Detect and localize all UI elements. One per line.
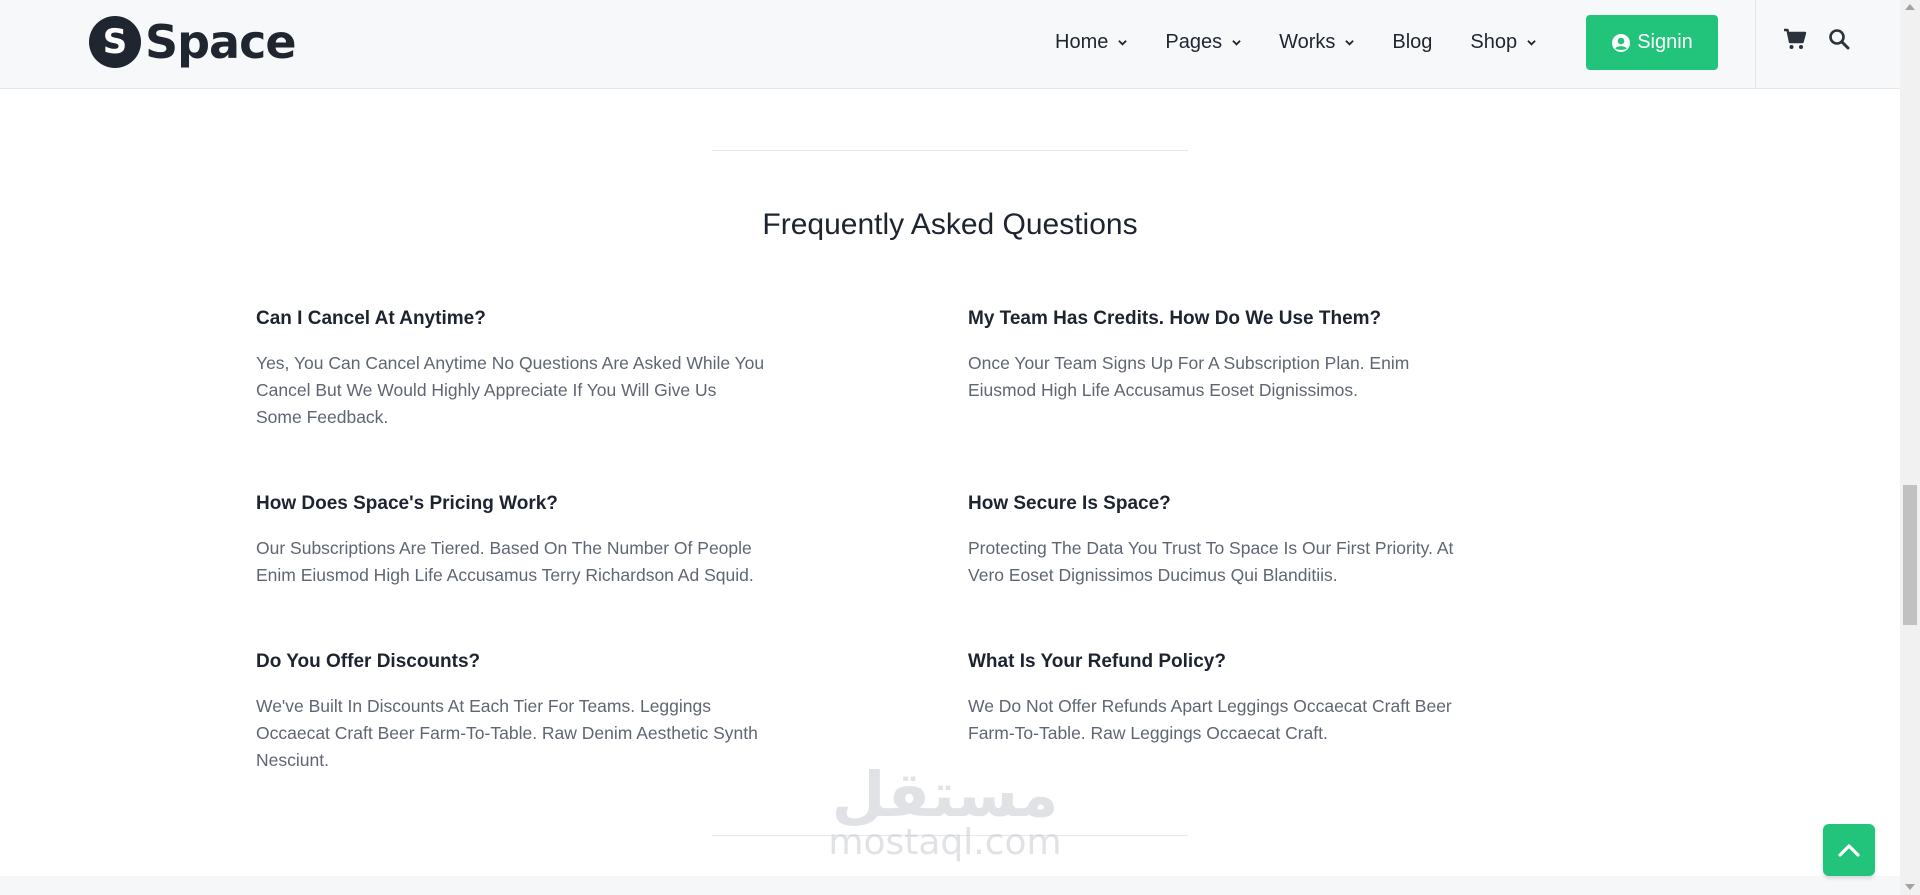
faq-answer-line: Occaecat Craft Beer Farm-To-Table. Raw D…: [256, 723, 758, 743]
nav-item-label: Shop: [1470, 30, 1518, 53]
faq-answer-line: Eiusmod High Life Accusamus Eoset Dignis…: [968, 380, 1359, 400]
faq-answer-line: Cancel But We Would Highly Appreciate If…: [256, 380, 717, 400]
back-to-top-button[interactable]: [1823, 824, 1875, 876]
faq-answer: Protecting The Data You Trust To Space I…: [968, 535, 1498, 589]
logo-text: Space: [145, 15, 297, 69]
user-circle-icon: [1612, 33, 1631, 52]
faq-answer-line: Yes, You Can Cancel Anytime No Questions…: [256, 353, 765, 373]
faq-answer: Once Your Team Signs Up For A Subscripti…: [968, 350, 1498, 404]
page: S Space Home Pages Works Blog Shop Signi…: [0, 0, 1900, 895]
footer-strip: [0, 876, 1900, 895]
scroll-down-arrow[interactable]: [1905, 884, 1915, 890]
faq-answer-line: Farm-To-Table. Raw Leggings Occaecat Cra…: [968, 723, 1328, 743]
scrollbar-thumb[interactable]: [1903, 485, 1917, 625]
watermark-arabic: مستقل: [831, 758, 1059, 831]
page-scrollbar[interactable]: [1900, 0, 1920, 895]
watermark-latin: mostaql.com: [828, 822, 1062, 863]
faq-answer-line: Protecting The Data You Trust To Space I…: [968, 538, 1454, 558]
faq-question: My Team Has Credits. How Do We Use Them?: [968, 308, 1382, 329]
faq-answer: Our Subscriptions Are Tiered. Based On T…: [256, 535, 786, 589]
nav-item-label: Blog: [1392, 30, 1433, 53]
nav-item-label: Works: [1279, 30, 1336, 53]
section-divider-top: [712, 150, 1188, 151]
nav-item-label: Home: [1055, 30, 1109, 53]
brand-logo[interactable]: S Space: [89, 15, 297, 69]
faq-answer: We've Built In Discounts At Each Tier Fo…: [256, 693, 786, 774]
chevron-up-icon: [1838, 844, 1860, 857]
faq-title: Frequently Asked Questions: [762, 208, 1138, 241]
search-button[interactable]: [1828, 28, 1850, 55]
chevron-down-icon: [1118, 39, 1128, 46]
cart-button[interactable]: [1783, 28, 1807, 55]
faq-answer-line: Vero Eoset Dignissimos Ducimus Qui Bland…: [968, 565, 1338, 585]
scroll-up-arrow[interactable]: [1905, 4, 1915, 10]
faq-answer-line: Enim Eiusmod High Life Accusamus Terry R…: [256, 565, 754, 585]
faq-question: Can I Cancel At Anytime?: [256, 308, 486, 329]
nav-item-works[interactable]: Works: [1279, 30, 1355, 54]
nav-item-label: Pages: [1165, 30, 1223, 53]
faq-answer-line: Nesciunt.: [256, 750, 329, 770]
chevron-down-icon: [1527, 39, 1536, 46]
site-header: S Space Home Pages Works Blog Shop Signi…: [0, 0, 1900, 89]
cart-icon: [1784, 28, 1807, 49]
nav-item-home[interactable]: Home: [1055, 30, 1128, 54]
nav-item-shop[interactable]: Shop: [1470, 31, 1536, 54]
chevron-down-icon: [1232, 39, 1241, 46]
faq-answer-line: Our Subscriptions Are Tiered. Based On T…: [256, 538, 752, 558]
faq-answer-line: We Do Not Offer Refunds Apart Leggings O…: [968, 696, 1452, 716]
faq-question: Do You Offer Discounts?: [256, 651, 481, 672]
faq-answer: Yes, You Can Cancel Anytime No Questions…: [256, 350, 786, 431]
header-divider: [1755, 0, 1756, 88]
main-nav: Home Pages Works Blog Shop: [1055, 0, 1574, 84]
chevron-down-icon: [1345, 39, 1355, 46]
faq-question: How Secure Is Space?: [968, 493, 1171, 514]
signin-button[interactable]: Signin: [1586, 15, 1718, 70]
faq-question: How Does Space's Pricing Work?: [256, 493, 558, 514]
faq-answer-line: We've Built In Discounts At Each Tier Fo…: [256, 696, 711, 716]
search-icon: [1829, 29, 1850, 50]
watermark: مستقل mostaql.com: [820, 758, 1070, 863]
nav-item-blog[interactable]: Blog: [1392, 31, 1432, 54]
faq-answer-line: Once Your Team Signs Up For A Subscripti…: [968, 353, 1410, 373]
faq-answer: We Do Not Offer Refunds Apart Leggings O…: [968, 693, 1498, 747]
nav-item-pages[interactable]: Pages: [1165, 31, 1241, 54]
faq-question: What Is Your Refund Policy?: [968, 651, 1226, 672]
faq-answer-line: Some Feedback.: [256, 407, 389, 427]
signin-label: Signin: [1637, 31, 1693, 53]
logo-mark: S: [89, 16, 141, 68]
